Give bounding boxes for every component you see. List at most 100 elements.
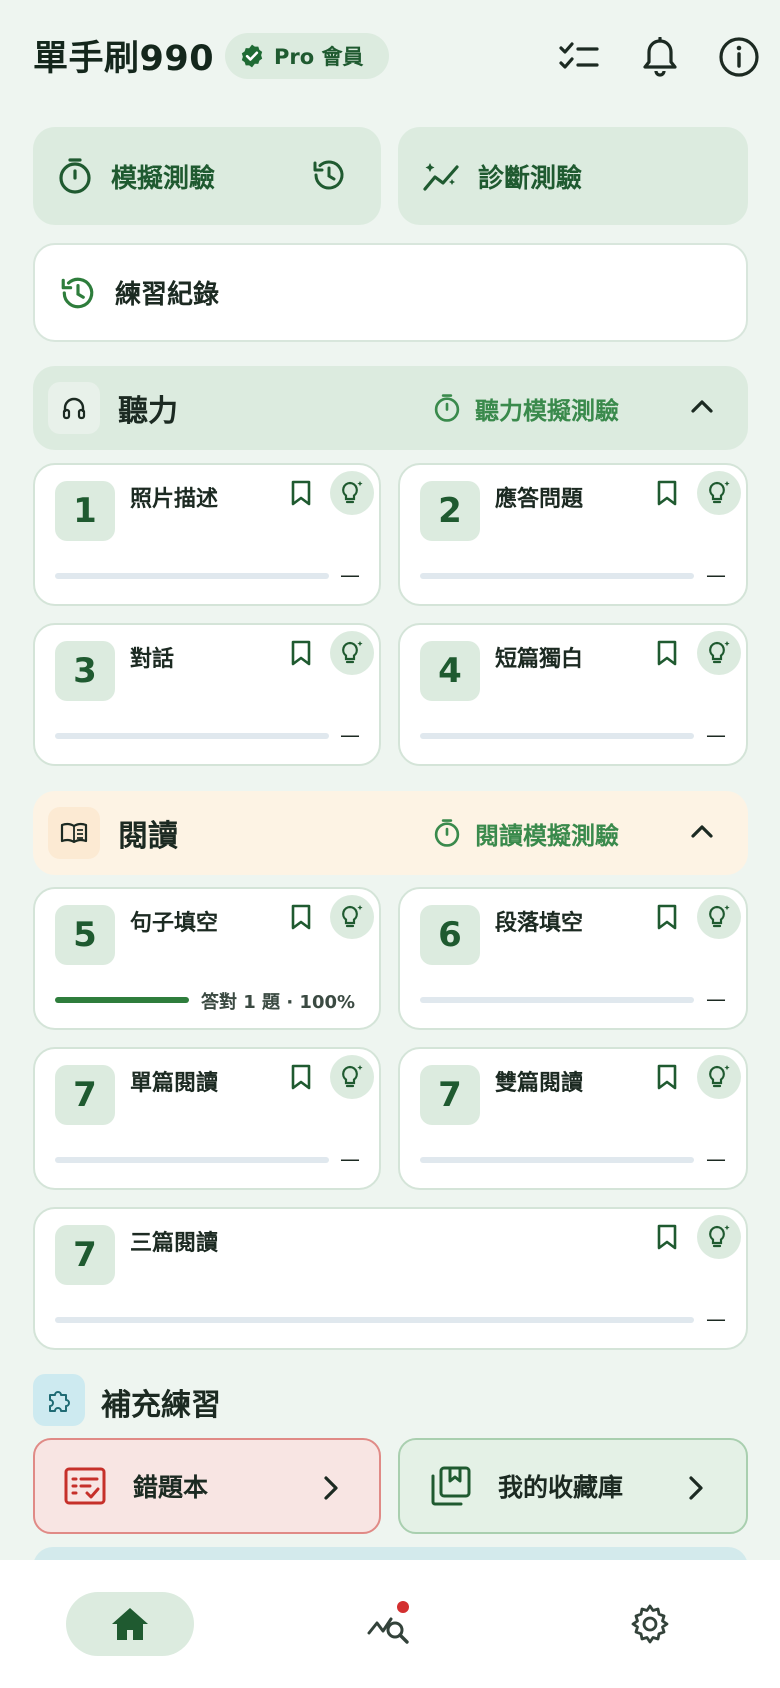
stopwatch-icon [433,818,461,848]
lightbulb-hint-icon[interactable] [330,631,374,675]
lightbulb-hint-icon[interactable] [697,1055,741,1099]
mock-test-label: 模擬測驗 [111,163,216,194]
progress-text: — [340,1147,360,1171]
progress-text: — [706,987,726,1011]
app-header: 單手刷990 Pro 會員 [0,0,780,112]
practice-history-label: 練習紀錄 [115,280,220,310]
headphones-icon [48,382,100,434]
nav-analytics[interactable] [360,1592,420,1656]
part-name: 短篇獨白 [495,647,584,672]
part-number: 5 [55,905,115,965]
bookmarks-library-icon [430,1465,472,1507]
pro-member-badge[interactable]: Pro 會員 [225,33,389,79]
diagnostic-test-label: 診斷測驗 [478,163,583,194]
bookmark-icon[interactable] [655,479,679,507]
checklist-icon[interactable] [556,34,602,80]
wrong-answer-book-button[interactable]: 錯題本 [33,1438,381,1534]
bottom-navigation [0,1560,780,1688]
progress-text: — [706,1147,726,1171]
part-number: 2 [420,481,480,541]
lightbulb-hint-icon[interactable] [697,895,741,939]
bookmark-icon[interactable] [655,1063,679,1091]
nav-home[interactable] [66,1592,194,1656]
part-card-7-double[interactable]: 7 雙篇閱讀 — [398,1047,748,1190]
supplement-section-title: 補充練習 [101,1388,221,1423]
progress-text: — [340,563,360,587]
sparkle-trend-icon [422,159,462,193]
part-card-7-single[interactable]: 7 單篇閱讀 — [33,1047,381,1190]
part-card-7-triple[interactable]: 7 三篇閱讀 — [33,1207,748,1350]
reading-mock-test-label: 閱讀模擬測驗 [475,821,619,850]
part-number: 1 [55,481,115,541]
progress-track [420,1157,694,1163]
part-number: 4 [420,641,480,701]
favorites-library-button[interactable]: 我的收藏庫 [398,1438,748,1534]
bookmark-icon[interactable] [655,903,679,931]
history-icon [59,274,97,312]
part-name: 雙篇閱讀 [495,1071,584,1096]
listening-section-header[interactable]: 聽力 聽力模擬測驗 [33,366,748,450]
lightbulb-hint-icon[interactable] [330,1055,374,1099]
reading-mock-test-link[interactable]: 閱讀模擬測驗 [433,791,619,875]
practice-history-tile[interactable]: 練習紀錄 [33,243,748,342]
part-name: 三篇閱讀 [130,1231,219,1256]
part-card-4[interactable]: 4 短篇獨白 — [398,623,748,766]
progress-fill [55,997,189,1003]
book-icon [48,807,100,859]
part-name: 應答問題 [495,487,584,512]
part-card-6[interactable]: 6 段落填空 — [398,887,748,1030]
reading-section-header[interactable]: 閱讀 閱讀模擬測驗 [33,791,748,875]
stopwatch-icon [57,157,93,195]
wrong-list-icon [63,1466,107,1506]
bookmark-icon[interactable] [289,479,313,507]
listening-section-title: 聽力 [118,394,178,429]
bookmark-icon[interactable] [289,639,313,667]
part-number: 3 [55,641,115,701]
chevron-up-icon[interactable] [688,817,716,845]
progress-text: — [340,723,360,747]
listening-mock-test-link[interactable]: 聽力模擬測驗 [433,366,619,450]
part-number: 6 [420,905,480,965]
part-name: 段落填空 [495,911,584,936]
wrong-answer-book-label: 錯題本 [133,1473,209,1502]
diagnostic-test-tile[interactable]: 診斷測驗 [398,127,748,225]
part-number: 7 [55,1225,115,1285]
info-icon[interactable] [716,34,762,80]
part-card-1[interactable]: 1 照片描述 — [33,463,381,606]
lightbulb-hint-icon[interactable] [697,1215,741,1259]
lightbulb-hint-icon[interactable] [330,895,374,939]
progress-track [55,573,329,579]
progress-track [420,573,694,579]
pro-badge-label: Pro 會員 [274,45,364,69]
bookmark-icon[interactable] [289,1063,313,1091]
progress-track [420,997,694,1003]
bell-icon[interactable] [637,34,683,80]
chevron-right-icon [321,1474,341,1502]
part-card-5[interactable]: 5 句子填空 答對 1 題 · 100% [33,887,381,1030]
app-title: 單手刷990 [33,39,215,79]
analytics-icon [366,1601,414,1647]
part-card-3[interactable]: 3 對話 — [33,623,381,766]
lightbulb-hint-icon[interactable] [697,631,741,675]
part-name: 句子填空 [130,911,219,936]
listening-mock-test-label: 聽力模擬測驗 [475,396,619,425]
part-name: 對話 [130,647,175,672]
chevron-up-icon[interactable] [688,392,716,420]
puzzle-icon [33,1374,85,1426]
lightbulb-hint-icon[interactable] [697,471,741,515]
history-icon[interactable] [311,157,347,193]
lightbulb-hint-icon[interactable] [330,471,374,515]
home-icon [109,1605,151,1643]
progress-text: — [706,563,726,587]
bookmark-icon[interactable] [655,1223,679,1251]
bookmark-icon[interactable] [289,903,313,931]
part-card-2[interactable]: 2 應答問題 — [398,463,748,606]
progress-track [55,733,329,739]
mock-test-tile[interactable]: 模擬測驗 [33,127,381,225]
progress-track [55,1157,329,1163]
part-number: 7 [55,1065,115,1125]
part-number: 7 [420,1065,480,1125]
bookmark-icon[interactable] [655,639,679,667]
nav-settings[interactable] [620,1592,680,1656]
progress-text: 答對 1 題 · 100% [201,992,356,1013]
